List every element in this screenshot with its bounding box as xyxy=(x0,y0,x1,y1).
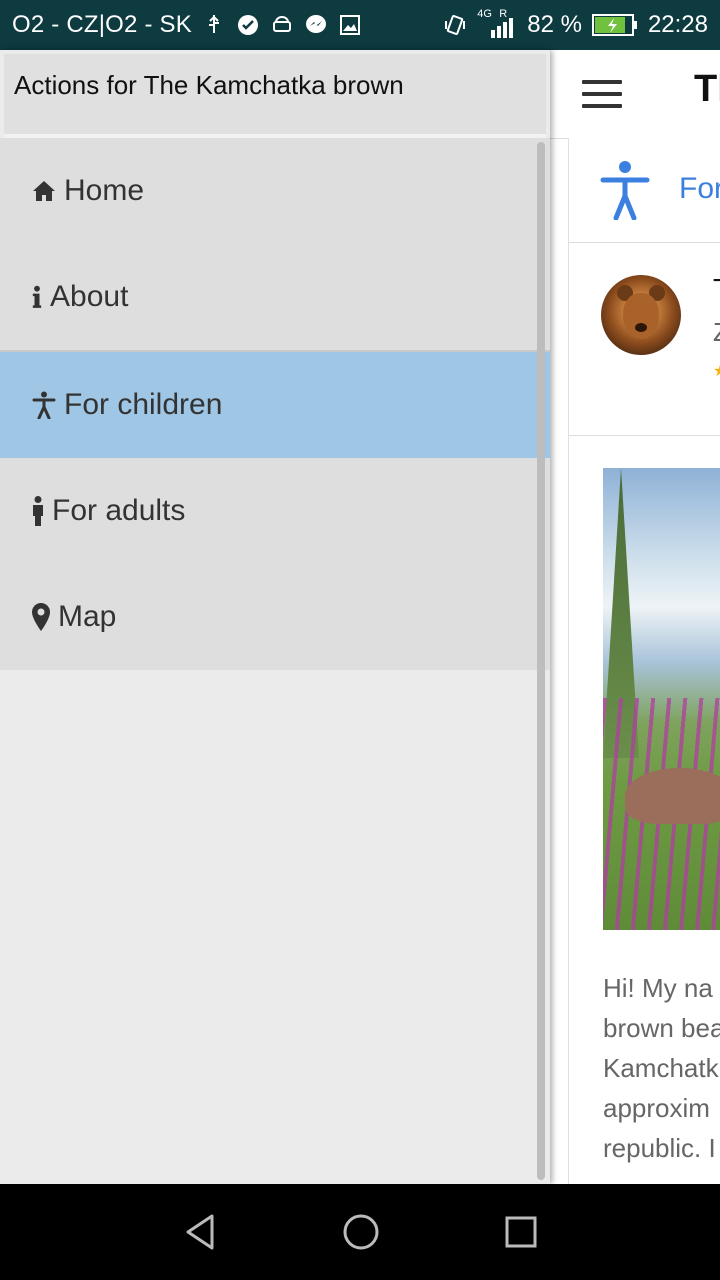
app-title: Tl xyxy=(694,68,720,110)
star-icon: ★ xyxy=(713,361,720,381)
home-icon xyxy=(33,181,55,201)
content-card: For T Z ★ Hi! My na brown bea Kamchatk a… xyxy=(568,138,720,1188)
drawer-title: Actions for The Kamchatka brown xyxy=(14,70,404,100)
menu-item-label: About xyxy=(50,280,129,313)
menu-item-about[interactable]: About xyxy=(0,244,550,350)
story-line: approxim xyxy=(603,1093,710,1123)
battery-percent: 82 % xyxy=(527,11,582,38)
menu-item-label: For adults xyxy=(52,494,186,527)
app-bar: Tl xyxy=(550,50,720,139)
profile-header: T Z ★ xyxy=(569,243,720,436)
menu-item-for-adults[interactable]: For adults xyxy=(0,458,550,564)
signal-icon xyxy=(491,18,514,38)
profile-name: T xyxy=(713,273,720,305)
system-nav-bar xyxy=(0,1184,720,1280)
vibrate-icon xyxy=(445,15,466,35)
status-bar: O2 - CZ|O2 - SK 4G R 82 % 22:28 xyxy=(0,0,720,50)
menu-item-home[interactable]: Home xyxy=(0,138,550,244)
child-icon xyxy=(600,161,650,220)
info-icon xyxy=(32,285,42,308)
menu-item-label: Home xyxy=(64,174,145,207)
back-icon[interactable] xyxy=(178,1208,226,1256)
menu-icon[interactable] xyxy=(582,80,622,108)
battery-icon xyxy=(591,14,637,36)
bear-painting-image xyxy=(603,468,720,930)
story-line: Hi! My na xyxy=(603,973,713,1003)
clock: 22:28 xyxy=(647,11,708,38)
menu-item-for-children[interactable]: For children xyxy=(0,352,550,458)
carrier-label: O2 - CZ|O2 - SK xyxy=(12,11,192,38)
menu-item-map[interactable]: Map xyxy=(0,564,550,670)
story-text: Hi! My na brown bea Kamchatk approxim re… xyxy=(603,968,720,1168)
profile-subtitle: Z xyxy=(713,317,720,348)
usb-icon xyxy=(208,15,219,33)
story-line: Kamchatk xyxy=(603,1053,719,1083)
check-badge-icon xyxy=(237,15,258,35)
messenger-icon xyxy=(305,15,326,33)
drawer-menu: Home About For children For adults Map xyxy=(0,138,550,670)
android-icon xyxy=(272,16,291,32)
map-marker-icon xyxy=(32,603,50,631)
drawer-scrollbar[interactable] xyxy=(537,142,545,1180)
story-line: brown bea xyxy=(603,1013,720,1043)
navigation-drawer: Actions for The Kamchatka brown Home Abo… xyxy=(0,50,550,1184)
home-nav-icon[interactable] xyxy=(337,1208,385,1256)
image-icon xyxy=(339,15,360,35)
category-label: For xyxy=(679,172,720,205)
signal-indicator: 4G R xyxy=(477,8,517,40)
person-icon xyxy=(33,496,43,526)
menu-item-label: For children xyxy=(64,388,223,421)
category-header[interactable]: For xyxy=(569,138,720,243)
recents-icon[interactable] xyxy=(497,1208,545,1256)
avatar xyxy=(601,275,681,355)
story-line: republic. I xyxy=(603,1133,716,1163)
menu-item-label: Map xyxy=(58,600,117,633)
child-icon xyxy=(32,391,56,419)
drawer-header: Actions for The Kamchatka brown xyxy=(4,54,546,138)
